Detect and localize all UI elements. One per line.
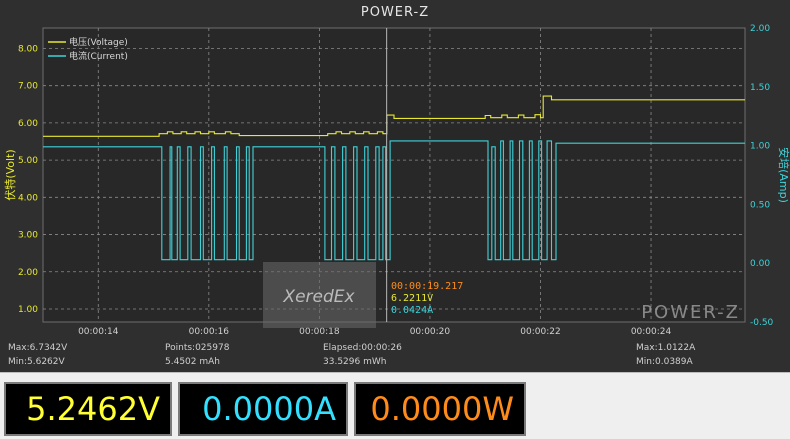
y-left-tick-label: 8.00 <box>18 44 38 54</box>
cursor-voltage-label: 6.2211V <box>391 293 433 304</box>
power-z-window: POWER-Z 1.00 2.00 3.00 4.00 5.00 6.00 7.00 8.00… <box>0 0 790 439</box>
y-left-tick-label: 5.00 <box>18 156 38 166</box>
y-right-tick-label: 1.50 <box>750 83 770 93</box>
y-right-tick-label: 2.00 <box>750 24 770 34</box>
mwh-stat: 33.5296 mWh <box>323 357 387 367</box>
y-right-tick-label: 0.50 <box>750 200 770 210</box>
y-right-tick-label: -0.50 <box>750 318 774 328</box>
y-axis-right-label: 安培(Amp) <box>777 147 790 203</box>
current-readout: 0.0000A <box>178 382 348 436</box>
y-left-tick-label: 7.00 <box>18 82 38 92</box>
plot-area <box>42 27 746 323</box>
y-left-tick-label: 6.00 <box>18 119 38 129</box>
cursor-current-label: 0.0424A <box>391 305 433 316</box>
y-left-tick-label: 2.00 <box>18 268 38 278</box>
legend-entry-label: 电压(Voltage) <box>69 36 128 48</box>
y-right-tick-label: 1.00 <box>750 142 770 152</box>
brand-watermark: POWER-Z <box>641 302 740 323</box>
x-tick-label: 00:00:14 <box>78 327 119 337</box>
x-tick-label: 00:00:20 <box>410 327 451 337</box>
watermark-text: XeredEx <box>282 287 355 307</box>
points-stat: Points:025978 <box>165 343 230 353</box>
x-tick-label: 00:00:22 <box>520 327 560 337</box>
min-current-stat: Min:0.0389A <box>636 357 693 367</box>
legend-entry-label: 电流(Current) <box>69 50 128 62</box>
readout-panel: 5.2462V 0.0000A 0.0000W <box>0 372 790 439</box>
y-left-tick-label: 3.00 <box>18 231 38 241</box>
power-readout: 0.0000W <box>354 382 526 436</box>
mah-stat: 5.4502 mAh <box>165 357 220 367</box>
y-right-tick-label: 0.00 <box>750 259 770 269</box>
x-tick-label: 00:00:18 <box>299 327 340 337</box>
max-voltage-stat: Max:6.7342V <box>8 343 68 353</box>
y-left-tick-label: 4.00 <box>18 193 38 203</box>
y-axis-left-label: 伏特(Volt) <box>3 149 17 200</box>
chart[interactable]: 1.00 2.00 3.00 4.00 5.00 6.00 7.00 8.00 -0.50 0.0… <box>0 0 790 372</box>
voltage-readout: 5.2462V <box>4 382 172 436</box>
cursor-time-label: 00:00:19.217 <box>391 281 463 292</box>
min-voltage-stat: Min:5.6262V <box>8 357 65 367</box>
x-tick-label: 00:00:16 <box>189 327 230 337</box>
chart-panel: POWER-Z 1.00 2.00 3.00 4.00 5.00 6.00 7.00 8.00… <box>0 0 790 372</box>
x-tick-label: 00:00:24 <box>631 327 672 337</box>
elapsed-stat: Elapsed:00:00:26 <box>323 343 402 353</box>
y-left-tick-label: 1.00 <box>18 305 38 315</box>
max-current-stat: Max:1.0122A <box>636 343 696 353</box>
